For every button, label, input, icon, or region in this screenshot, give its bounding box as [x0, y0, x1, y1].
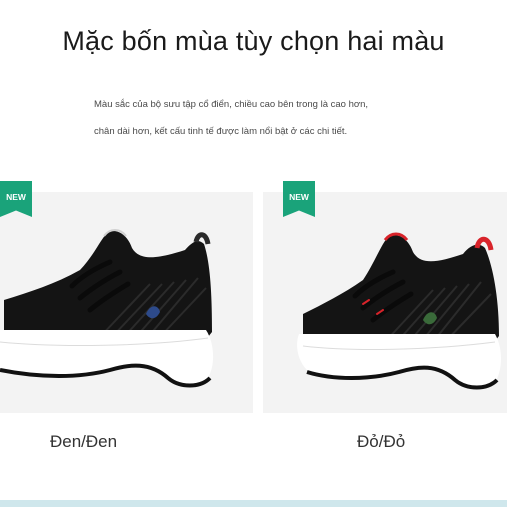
bottom-divider [0, 500, 507, 507]
product-caption-red: Đỏ/Đỏ [357, 432, 406, 451]
new-badge-label: NEW [6, 192, 26, 202]
product-caption-black: Đen/Đen [50, 432, 118, 451]
description-line-2: chân dài hơn, kết cấu tinh tế được làm n… [94, 126, 348, 137]
description-line-1: Màu sắc của bộ sưu tập cổ điển, chiều ca… [94, 99, 369, 110]
page-title: Mặc bốn mùa tùy chọn hai màu [62, 26, 445, 56]
new-badge-label: NEW [289, 192, 309, 202]
sneaker-image-black [0, 229, 214, 388]
sneaker-image-red [297, 232, 501, 390]
